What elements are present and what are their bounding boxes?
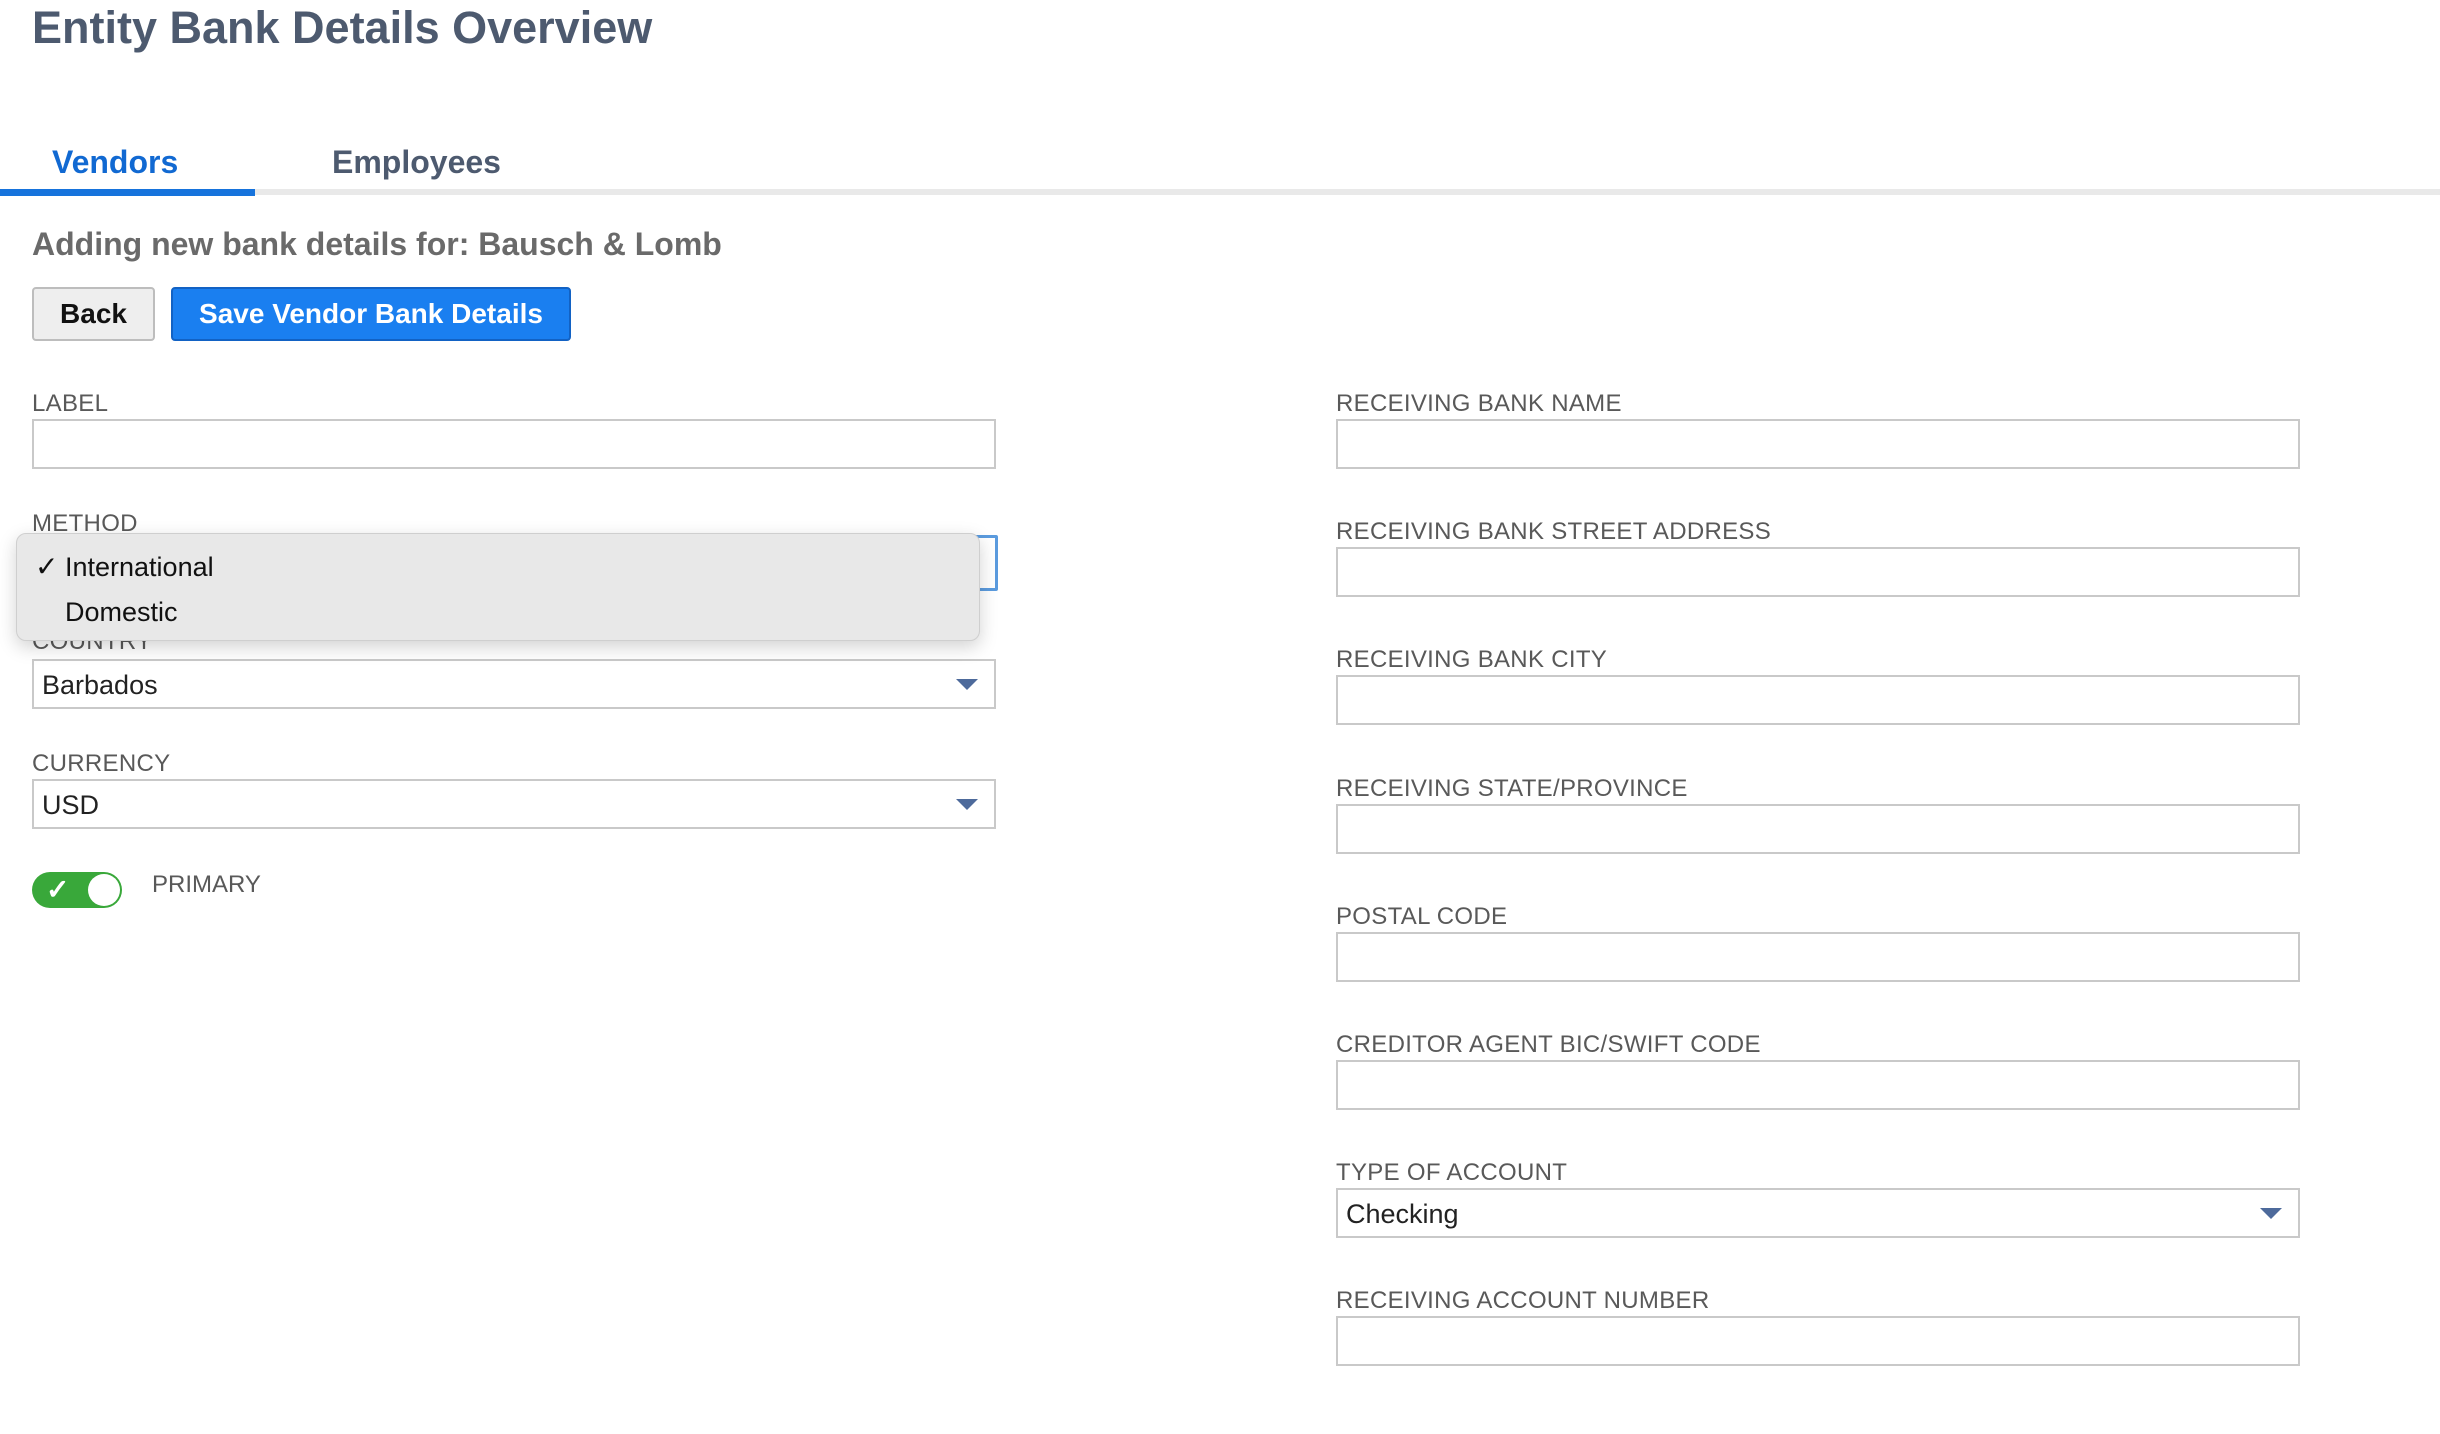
page-title: Entity Bank Details Overview bbox=[32, 2, 653, 53]
country-select[interactable]: Barbados bbox=[32, 659, 996, 709]
bic-swift-code-label: CREDITOR AGENT BIC/SWIFT CODE bbox=[1336, 1031, 1761, 1058]
bic-swift-code-input[interactable] bbox=[1336, 1060, 2300, 1110]
postal-code-input[interactable] bbox=[1336, 932, 2300, 982]
receiving-bank-city-input[interactable] bbox=[1336, 675, 2300, 725]
receiving-state-label: RECEIVING STATE/PROVINCE bbox=[1336, 775, 1688, 802]
currency-select[interactable]: USD bbox=[32, 779, 996, 829]
receiving-account-number-label: RECEIVING ACCOUNT NUMBER bbox=[1336, 1287, 1710, 1314]
method-option-label: International bbox=[65, 552, 214, 582]
tab-employees[interactable]: Employees bbox=[332, 140, 501, 184]
caret-down-icon bbox=[956, 679, 978, 690]
postal-code-label: POSTAL CODE bbox=[1336, 903, 1508, 930]
save-vendor-bank-details-button[interactable]: Save Vendor Bank Details bbox=[171, 287, 571, 341]
type-of-account-value: Checking bbox=[1346, 1199, 1459, 1229]
country-select-value: Barbados bbox=[42, 670, 158, 700]
receiving-bank-name-label: RECEIVING BANK NAME bbox=[1336, 390, 1622, 417]
caret-down-icon bbox=[956, 799, 978, 810]
checkmark-icon: ✓ bbox=[35, 551, 59, 582]
currency-field-label: CURRENCY bbox=[32, 750, 171, 777]
caret-down-icon bbox=[2260, 1208, 2282, 1219]
tab-vendors[interactable]: Vendors bbox=[52, 140, 178, 184]
method-option-label: Domestic bbox=[65, 597, 178, 627]
type-of-account-select[interactable]: Checking bbox=[1336, 1188, 2300, 1238]
form-subtitle: Adding new bank details for: Bausch & Lo… bbox=[32, 226, 722, 262]
method-dropdown-menu: ✓ International Domestic bbox=[16, 533, 980, 641]
method-option-international[interactable]: ✓ International bbox=[17, 545, 979, 589]
primary-toggle-label: PRIMARY bbox=[152, 871, 261, 898]
primary-toggle[interactable]: ✓ bbox=[32, 872, 122, 908]
tabs-divider bbox=[0, 189, 2440, 195]
label-field-label: LABEL bbox=[32, 390, 109, 417]
checkmark-icon: ✓ bbox=[46, 874, 70, 905]
label-input[interactable] bbox=[32, 419, 996, 469]
receiving-account-number-input[interactable] bbox=[1336, 1316, 2300, 1366]
method-option-domestic[interactable]: Domestic bbox=[17, 590, 979, 634]
type-of-account-label: TYPE OF ACCOUNT bbox=[1336, 1159, 1568, 1186]
active-tab-indicator bbox=[0, 189, 255, 196]
back-button[interactable]: Back bbox=[32, 287, 155, 341]
currency-select-value: USD bbox=[42, 790, 100, 820]
receiving-bank-name-input[interactable] bbox=[1336, 419, 2300, 469]
receiving-bank-street-label: RECEIVING BANK STREET ADDRESS bbox=[1336, 518, 1772, 545]
receiving-state-input[interactable] bbox=[1336, 804, 2300, 854]
receiving-bank-street-input[interactable] bbox=[1336, 547, 2300, 597]
receiving-bank-city-label: RECEIVING BANK CITY bbox=[1336, 646, 1608, 673]
toggle-knob bbox=[88, 874, 120, 906]
